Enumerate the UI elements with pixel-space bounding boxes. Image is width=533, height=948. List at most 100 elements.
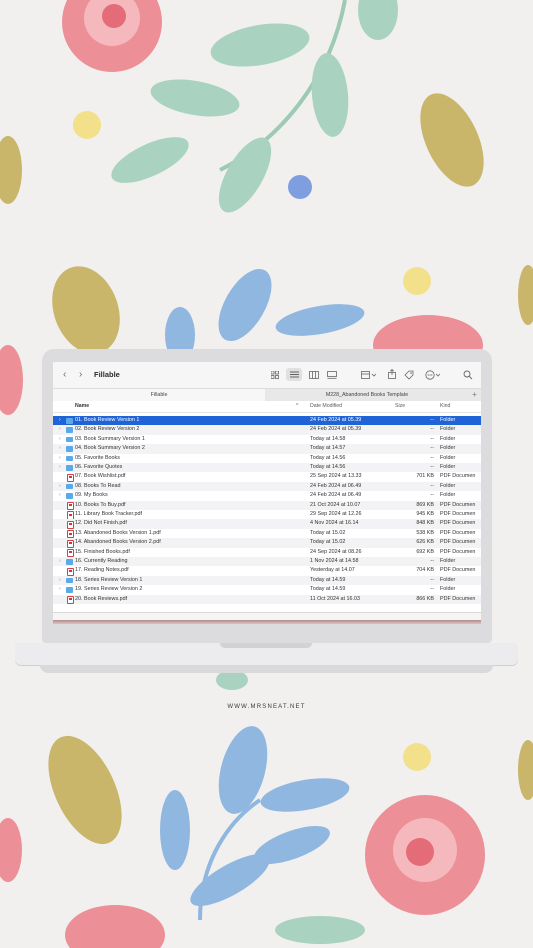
column-view-icon[interactable] [309, 371, 319, 379]
file-size: 701 KB [416, 473, 434, 480]
window-title: Fillable [94, 370, 120, 379]
disclosure-chevron-icon[interactable]: › [59, 425, 61, 434]
status-bar [53, 612, 481, 620]
search-icon[interactable] [463, 370, 473, 380]
file-kind: Folder [440, 482, 456, 489]
file-name: 11. Library Book Tracker.pdf [75, 511, 143, 517]
disclosure-chevron-icon[interactable]: › [59, 454, 61, 463]
column-header-name[interactable]: Name [75, 401, 89, 412]
back-button[interactable]: ‹ [63, 368, 66, 381]
file-row[interactable]: › 04. Book Summary Version 2 Today at 14.5… [53, 444, 481, 454]
file-size: 626 KB [416, 539, 434, 546]
file-row[interactable]: › 05. Favorite Books Today at 14.56 -- Folde… [53, 454, 481, 463]
pdf-icon [66, 473, 74, 482]
file-row[interactable]: 15. Finished Books.pdf 24 Sep 2024 at 08.… [53, 548, 481, 558]
folder-icon [66, 436, 73, 443]
file-row[interactable]: › 01. Book Review Version 1 24 Feb 2024 at… [53, 416, 481, 426]
file-date-modified: Today at 14.56 [310, 464, 346, 470]
tab-fillable[interactable]: Fillable [53, 389, 265, 401]
file-row[interactable]: › 03. Book Summary Version 1 Today at 14.5… [53, 435, 481, 444]
column-header-date[interactable]: Date Modified [310, 401, 342, 412]
disclosure-chevron-icon[interactable]: › [59, 463, 61, 472]
file-date-modified: 24 Feb 2024 at 05.39 [310, 426, 362, 433]
disclosure-chevron-icon[interactable]: › [59, 444, 61, 453]
file-row[interactable]: › 18. Series Review Version 1 Today at 14.… [53, 575, 481, 586]
file-size: 866 KB [416, 595, 434, 602]
column-header-size[interactable]: Size [395, 401, 405, 412]
file-row[interactable]: › 06. Favorite Quotes Today at 14.56 -- Fold… [53, 463, 481, 473]
file-size: -- [430, 586, 434, 593]
disclosure-chevron-icon[interactable]: › [59, 585, 61, 594]
file-date-modified: 24 Sep 2024 at 08.26 [310, 548, 362, 555]
file-date-modified: 1 Nov 2024 at 14.58 [310, 558, 359, 564]
file-date-modified: 25 Sep 2024 at 13.33 [310, 473, 362, 480]
file-row[interactable]: 07. Book Wishlist.pdf 25 Sep 2024 at 13.3… [53, 472, 481, 482]
file-name: 18. Series Review Version 1 [75, 576, 143, 583]
file-row[interactable]: › 02. Book Review Version 2 24 Feb 2024 at… [53, 425, 481, 435]
file-name: 04. Book Summary Version 2 [75, 445, 145, 452]
file-date-modified: 4 Nov 2024 at 16.14 [310, 520, 359, 527]
file-name: 20. Book Reviews.pdf [75, 595, 128, 602]
file-size: -- [430, 576, 434, 583]
rose-illustration [365, 795, 485, 915]
file-kind: PDF Documen [440, 473, 476, 480]
pdf-icon [66, 548, 74, 558]
finder-window: ‹ › Fillable Fillable M228_Abandoned Boo… [53, 362, 481, 620]
tag-icon[interactable] [404, 370, 414, 380]
file-kind: Folder [440, 454, 456, 461]
file-row[interactable]: 14. Abandoned Books Version 2.pdf Today a… [53, 538, 481, 548]
column-header-kind[interactable]: Kind [440, 401, 450, 412]
column-header-row: Name ^ Date Modified Size Kind [53, 401, 481, 413]
website-url: WWW.MRSNEAT.NET [227, 704, 306, 710]
pdf-icon [66, 567, 74, 576]
file-name: 08. Books To Read [75, 482, 121, 489]
file-size: -- [430, 454, 434, 461]
group-icon[interactable] [361, 371, 377, 379]
file-name: 07. Book Wishlist.pdf [75, 473, 126, 480]
disclosure-chevron-icon[interactable]: › [59, 435, 61, 444]
file-row[interactable]: › 16. Currently Reading 1 Nov 2024 at 14.5… [53, 557, 481, 567]
finder-toolbar: ‹ › Fillable [53, 362, 481, 388]
list-view-button[interactable] [286, 368, 302, 381]
add-tab-button[interactable]: + [468, 389, 481, 401]
file-row[interactable]: › 08. Books To Read 24 Feb 2024 at 06.49 --… [53, 481, 481, 492]
file-row[interactable]: 13. Abandoned Books Version 1.pdf Today a… [53, 529, 481, 539]
file-row[interactable]: 17. Reading Notes.pdf Yesterday at 14.07 7… [53, 566, 481, 576]
file-row[interactable]: 10. Books To Buy.pdf 21 Oct 2024 at 10.07… [53, 500, 481, 511]
more-icon[interactable] [425, 370, 441, 380]
tab-template[interactable]: M228_Abandoned Books Template [266, 389, 468, 401]
rose-illustration [62, 0, 162, 72]
folder-icon [66, 427, 73, 433]
file-kind: Folder [440, 586, 456, 593]
file-row[interactable]: 20. Book Reviews.pdf 11 Oct 2024 at 16.03… [53, 594, 481, 605]
disclosure-chevron-icon[interactable]: › [59, 576, 61, 585]
file-name: 12. Did Not Finish.pdf [75, 520, 127, 527]
sort-indicator-icon: ^ [296, 403, 299, 409]
screen-bottom-strip [53, 620, 481, 624]
file-kind: Folder [440, 558, 456, 564]
file-row[interactable]: › 09. My Books 24 Feb 2024 at 06.49 -- Folde… [53, 491, 481, 500]
forward-button[interactable]: › [79, 368, 82, 381]
pdf-icon [66, 530, 74, 539]
file-kind: PDF Documen [440, 520, 476, 527]
file-size: 704 KB [416, 567, 434, 574]
file-row[interactable]: › 19. Series Review Version 2 Today at 14.… [53, 585, 481, 594]
pdf-icon [66, 539, 74, 548]
disclosure-chevron-icon[interactable]: › [59, 416, 61, 425]
folder-icon [66, 455, 73, 462]
list-view-icon [290, 371, 299, 378]
file-name: 02. Book Review Version 2 [75, 426, 140, 433]
file-kind: PDF Documen [440, 548, 476, 555]
file-row[interactable]: 11. Library Book Tracker.pdf 29 Sep 2024 … [53, 510, 481, 520]
file-row[interactable]: 12. Did Not Finish.pdf 4 Nov 2024 at 16.1… [53, 519, 481, 529]
share-icon[interactable] [388, 369, 396, 379]
disclosure-chevron-icon[interactable]: › [59, 557, 61, 566]
file-kind: Folder [440, 426, 456, 433]
file-size: 869 KB [416, 501, 434, 508]
file-date-modified: Today at 15.02 [310, 539, 346, 546]
grid-view-icon[interactable] [271, 371, 279, 379]
disclosure-chevron-icon[interactable]: › [59, 491, 61, 500]
disclosure-chevron-icon[interactable]: › [59, 482, 61, 491]
file-name: 10. Books To Buy.pdf [75, 501, 126, 508]
gallery-view-icon[interactable] [327, 371, 337, 379]
